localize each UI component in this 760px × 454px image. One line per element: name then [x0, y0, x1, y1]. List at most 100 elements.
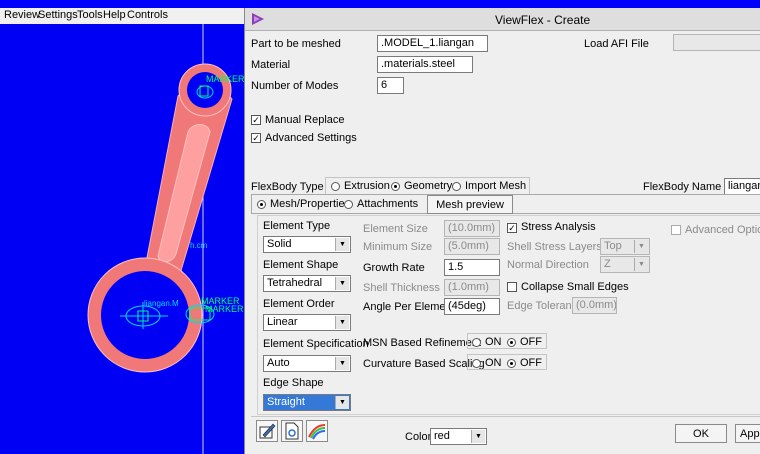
- element-spec-dropdown[interactable]: Auto ▼: [263, 355, 351, 372]
- ok-button[interactable]: OK: [675, 424, 727, 443]
- tab-mesh-properties-radio[interactable]: [257, 200, 266, 209]
- curvature-off-label: OFF: [520, 357, 542, 369]
- tab-attachments-radio[interactable]: [344, 200, 353, 209]
- main-menu-bar: Review Settings Tools Help Controls: [0, 8, 244, 24]
- menu-help[interactable]: Help: [103, 9, 126, 21]
- document-icon: [285, 422, 299, 440]
- marker-label-right-2: MARKER: [205, 304, 244, 314]
- type-extrusion-radio[interactable]: [331, 182, 340, 191]
- element-order-dropdown[interactable]: Linear ▼: [263, 314, 351, 331]
- advanced-settings-checkbox[interactable]: ✓: [251, 133, 261, 143]
- dropdown-arrow-icon: ▼: [634, 240, 648, 253]
- curvature-off-radio[interactable]: [507, 359, 516, 368]
- viewflex-create-dialog: ViewFlex - Create Part to be meshed .MOD…: [244, 8, 760, 454]
- dropdown-arrow-icon: ▼: [471, 430, 485, 443]
- check-icon: ✓: [252, 133, 260, 143]
- shell-layers-value: Top: [604, 240, 622, 252]
- edge-shape-dropdown[interactable]: Straight ▼: [263, 394, 351, 411]
- edge-shape-value: Straight: [267, 396, 305, 408]
- tab-mesh-properties-label: Mesh/Properties: [270, 198, 351, 210]
- msn-off-radio[interactable]: [507, 338, 516, 347]
- part-label: Part to be meshed: [251, 38, 341, 50]
- element-size-field[interactable]: (10.0mm): [444, 220, 500, 237]
- growth-rate-label: Growth Rate: [363, 262, 425, 274]
- flexbody-name-field[interactable]: liangan_: [724, 178, 760, 195]
- shell-thickness-label: Shell Thickness: [363, 282, 440, 294]
- collapse-edges-label: Collapse Small Edges: [521, 281, 629, 293]
- color-scale-button[interactable]: [306, 420, 328, 442]
- element-type-value: Solid: [267, 238, 292, 250]
- menu-controls[interactable]: Controls: [127, 9, 168, 21]
- angle-field[interactable]: (45deg): [444, 298, 500, 315]
- part-field[interactable]: .MODEL_1.liangan: [377, 35, 488, 52]
- element-spec-value: Auto: [267, 357, 290, 369]
- element-shape-value: Tetrahedral: [267, 277, 323, 289]
- shell-layers-label: Shell Stress Layers: [507, 241, 602, 253]
- apply-button[interactable]: App: [735, 424, 760, 443]
- menu-settings[interactable]: Settings: [38, 9, 78, 21]
- stress-analysis-checkbox[interactable]: ✓: [507, 223, 517, 233]
- type-import-mesh-radio[interactable]: [452, 182, 461, 191]
- dialog-title: ViewFlex - Create: [495, 13, 591, 27]
- edit-icon: [259, 423, 276, 439]
- dropdown-arrow-icon: ▼: [335, 396, 349, 409]
- element-size-label: Element Size: [363, 223, 428, 235]
- element-shape-dropdown[interactable]: Tetrahedral ▼: [263, 275, 351, 292]
- model-viewport[interactable]: MARKER MARKER MARKER liangan.M h.cm: [0, 24, 244, 454]
- material-label: Material: [251, 59, 291, 71]
- menu-tools[interactable]: Tools: [77, 9, 103, 21]
- msn-off-label: OFF: [520, 336, 542, 348]
- normal-dir-dropdown[interactable]: Z ▼: [600, 256, 650, 273]
- connecting-rod-model: MARKER MARKER MARKER liangan.M h.cm: [87, 24, 244, 454]
- flexbody-type-label: FlexBody Type: [251, 181, 324, 193]
- marker-label-top: MARKER: [206, 74, 244, 84]
- element-type-dropdown[interactable]: Solid ▼: [263, 236, 351, 253]
- shell-layers-dropdown[interactable]: Top ▼: [600, 238, 650, 255]
- curvature-on-radio[interactable]: [472, 359, 481, 368]
- bottom-separator: [251, 416, 760, 417]
- advanced-options-label: Advanced Options: [685, 224, 760, 236]
- advanced-settings-label: Advanced Settings: [265, 132, 357, 144]
- curvature-on-label: ON: [485, 357, 502, 369]
- part-label-big-end: liangan.M: [144, 299, 179, 308]
- dropdown-arrow-icon: ▼: [335, 238, 349, 251]
- modes-label: Number of Modes: [251, 80, 339, 92]
- dropdown-arrow-icon: ▼: [335, 277, 349, 290]
- msn-on-label: ON: [485, 336, 502, 348]
- logo-icon: [252, 13, 264, 25]
- element-order-label: Element Order: [263, 298, 335, 310]
- type-import-mesh-label: Import Mesh: [465, 180, 527, 192]
- dialog-title-bar[interactable]: ViewFlex - Create: [245, 8, 760, 31]
- element-type-label: Element Type: [263, 220, 331, 232]
- material-field[interactable]: .materials.steel: [377, 56, 473, 73]
- flexbody-name-label: FlexBody Name: [643, 181, 722, 193]
- modes-field[interactable]: 6: [377, 77, 404, 94]
- manual-replace-checkbox[interactable]: ✓: [251, 115, 261, 125]
- manual-replace-label: Manual Replace: [265, 114, 345, 126]
- angle-label: Angle Per Element: [363, 301, 455, 313]
- edge-tol-field[interactable]: (0.0mm): [572, 297, 617, 314]
- msn-on-radio[interactable]: [472, 338, 481, 347]
- collapse-edges-checkbox[interactable]: [507, 282, 517, 292]
- dropdown-arrow-icon: ▼: [335, 357, 349, 370]
- advanced-options-checkbox[interactable]: [671, 225, 681, 235]
- min-size-field[interactable]: (5.0mm): [444, 238, 500, 255]
- growth-rate-field[interactable]: 1.5: [444, 259, 500, 276]
- element-order-value: Linear: [267, 316, 298, 328]
- load-afi-field[interactable]: [673, 34, 760, 51]
- color-value: red: [434, 430, 450, 442]
- menu-review[interactable]: Review: [4, 9, 40, 21]
- type-geometry-label: Geometry: [404, 180, 453, 192]
- msn-label: MSN Based Refinement: [363, 337, 481, 349]
- check-icon: ✓: [252, 115, 260, 125]
- shell-thickness-field[interactable]: (1.0mm): [444, 279, 500, 296]
- edge-shape-label: Edge Shape: [263, 377, 324, 389]
- normal-dir-value: Z: [604, 258, 611, 270]
- edit-button[interactable]: [256, 420, 278, 442]
- color-dropdown[interactable]: red ▼: [430, 428, 487, 445]
- mesh-preview-button[interactable]: Mesh preview: [427, 195, 513, 214]
- type-geometry-radio[interactable]: [391, 182, 400, 191]
- stress-analysis-label: Stress Analysis: [521, 221, 596, 233]
- element-spec-label: Element Specification: [263, 338, 369, 350]
- document-button[interactable]: [281, 420, 303, 442]
